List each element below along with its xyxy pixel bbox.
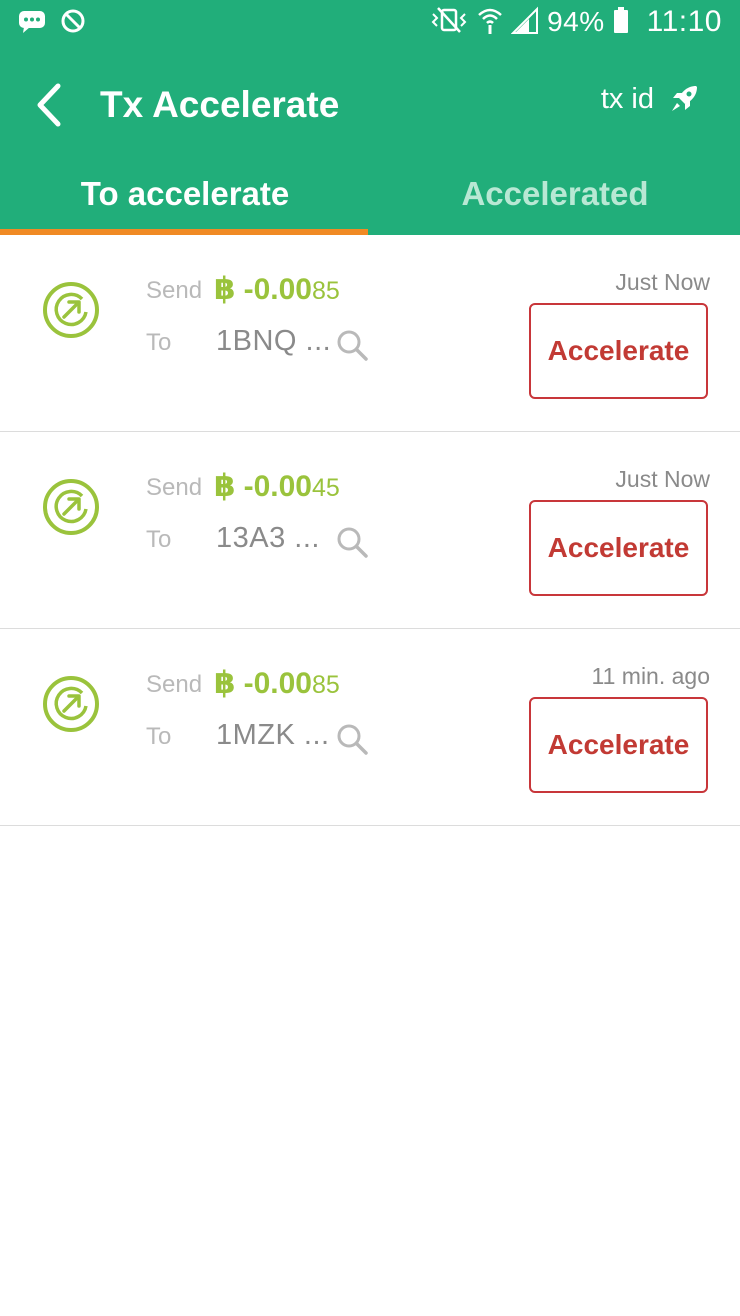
status-bar: 94% 11:10 xyxy=(0,0,740,44)
to-label: To xyxy=(146,723,172,750)
amount: ฿ -0.00 85 xyxy=(214,665,340,701)
address: 13A3 ... xyxy=(216,522,320,554)
blocked-icon xyxy=(60,8,88,34)
to-label: To xyxy=(146,526,172,553)
address: 1BNQ ... xyxy=(216,325,332,357)
txid-label: tx id xyxy=(600,82,654,115)
clock: 11:10 xyxy=(646,5,722,38)
amount-main: -0.00 xyxy=(243,470,312,503)
rocket-icon xyxy=(672,86,697,111)
transaction-row: Send ฿ -0.00 45 To 13A3 ... Just Now Acc… xyxy=(0,432,740,629)
bitcoin-icon: ฿ xyxy=(214,665,236,700)
time-label: Just Now xyxy=(615,466,710,492)
vibrate-icon xyxy=(429,5,469,40)
time-label: Just Now xyxy=(615,269,710,295)
amount-small: 85 xyxy=(311,277,340,305)
to-label: To xyxy=(146,329,172,356)
accelerate-label: Accelerate xyxy=(547,335,690,366)
send-label: Send xyxy=(146,474,203,501)
bitcoin-icon: ฿ xyxy=(214,468,236,503)
address: 1MZK ... xyxy=(216,719,330,751)
search-icon[interactable] xyxy=(334,524,370,560)
transaction-list: Send ฿ -0.00 85 To 1BNQ ... Just Now Acc… xyxy=(0,235,740,826)
tab-label: To accelerate xyxy=(80,175,290,212)
back-button[interactable] xyxy=(28,78,72,132)
accelerate-button[interactable]: Accelerate xyxy=(529,303,708,399)
send-arrow-icon xyxy=(43,282,99,338)
tab-to-accelerate[interactable]: To accelerate xyxy=(0,160,370,235)
search-icon[interactable] xyxy=(334,327,370,363)
tab-label: Accelerated xyxy=(461,175,649,212)
amount: ฿ -0.00 85 xyxy=(214,271,340,307)
amount: ฿ -0.00 45 xyxy=(214,468,340,504)
send-label: Send xyxy=(146,671,203,698)
send-arrow-icon xyxy=(43,479,99,535)
wifi-icon xyxy=(477,5,503,40)
battery-percent: 94% xyxy=(547,6,605,37)
bitcoin-icon: ฿ xyxy=(214,271,236,306)
txid-button[interactable]: tx id xyxy=(601,76,700,122)
toolbar: Tx Accelerate tx id xyxy=(0,62,740,148)
chevron-left-icon xyxy=(37,83,61,127)
message-icon xyxy=(18,8,46,34)
accelerate-label: Accelerate xyxy=(547,729,690,760)
tab-bar: To accelerate Accelerated xyxy=(0,160,740,235)
accelerate-label: Accelerate xyxy=(547,532,690,563)
transaction-row: Send ฿ -0.00 85 To 1BNQ ... Just Now Acc… xyxy=(0,235,740,432)
status-right: 94% 11:10 xyxy=(429,4,722,40)
search-icon[interactable] xyxy=(334,721,370,757)
battery-icon xyxy=(613,6,629,39)
accelerate-button[interactable]: Accelerate xyxy=(529,697,708,793)
send-arrow-icon xyxy=(43,676,99,732)
time-label: 11 min. ago xyxy=(591,663,710,689)
signal-icon xyxy=(510,5,539,40)
amount-main: -0.00 xyxy=(243,667,312,700)
app-header: 94% 11:10 Tx Accelerate tx id To acceler… xyxy=(0,0,740,235)
accelerate-button[interactable]: Accelerate xyxy=(529,500,708,596)
amount-main: -0.00 xyxy=(243,273,312,306)
send-label: Send xyxy=(146,277,203,304)
screen: 94% 11:10 Tx Accelerate tx id To acceler… xyxy=(0,0,740,1316)
page-title: Tx Accelerate xyxy=(100,84,340,125)
tab-accelerated[interactable]: Accelerated xyxy=(370,160,740,235)
transaction-row: Send ฿ -0.00 85 To 1MZK ... 11 min. ago … xyxy=(0,629,740,826)
amount-small: 45 xyxy=(311,474,340,502)
amount-small: 85 xyxy=(311,671,340,699)
